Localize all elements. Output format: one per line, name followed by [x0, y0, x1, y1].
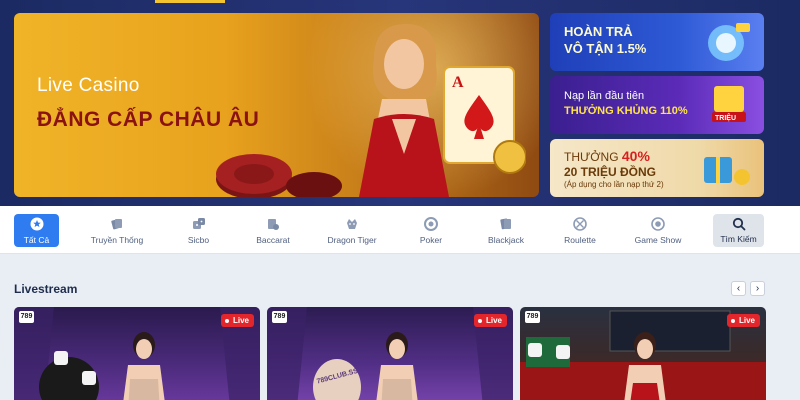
top-accent-line	[155, 0, 225, 3]
tab-poker[interactable]: Poker	[420, 214, 442, 247]
promo-second-prefix: THƯỞNG	[564, 150, 619, 164]
tab-traditional-label: Truyền Thống	[90, 235, 144, 245]
category-nav: Tất Cả Truyền Thống Sicbo Baccarat Drago…	[0, 206, 800, 254]
star-icon	[30, 217, 43, 231]
dice-icon	[192, 218, 205, 229]
promo-cashback-line1: HOÀN TRẢ	[564, 24, 633, 39]
promo-cashback-banner[interactable]: HOÀN TRẢ VÔ TẬN 1.5%	[550, 13, 764, 71]
dealer-image	[123, 332, 165, 400]
livestream-next-button[interactable]: ›	[750, 281, 765, 296]
baccarat-icon	[268, 219, 279, 230]
dice-icon	[528, 343, 542, 357]
search-label: Tìm Kiếm	[720, 234, 757, 244]
promo-second-percent: 40%	[621, 148, 650, 164]
deposit-art-text: TRIỆU	[715, 113, 736, 122]
brand-logo: 789	[272, 311, 287, 323]
cards-icon	[111, 219, 122, 230]
tab-traditional[interactable]: Truyền Thống	[90, 214, 144, 247]
promo-second-line1: THƯỞNG 40%	[564, 148, 650, 164]
search-icon	[732, 217, 745, 231]
dealer-image	[624, 332, 666, 400]
livestream-card[interactable]: 789CLUB.SS 789 Live	[267, 307, 513, 400]
livestream-card[interactable]: 789 Live	[14, 307, 260, 400]
promo-deposit-line2: THƯỞNG KHỦNG 110%	[564, 105, 688, 117]
casino-chips-image	[216, 154, 342, 197]
tab-all-label: Tất Cả	[23, 235, 50, 245]
promo-second-deposit-banner[interactable]: THƯỞNG 40% 20 TRIỆU ĐỒNG (Áp dụng cho lầ…	[550, 139, 764, 197]
gift-box-art-icon	[704, 157, 750, 185]
promo-first-deposit-banner[interactable]: Nạp lần đầu tiên THƯỞNG KHỦNG 110% TRIỆU	[550, 76, 764, 134]
tab-sicbo[interactable]: Sicbo	[186, 214, 211, 247]
dealer-image	[376, 332, 418, 400]
live-badge: Live	[473, 314, 507, 327]
tab-poker-label: Poker	[419, 235, 443, 245]
live-badge: Live	[220, 314, 254, 327]
tab-baccarat-label: Baccarat	[256, 235, 290, 245]
tab-blackjack-label: Blackjack	[488, 235, 524, 245]
dice-icon	[54, 351, 68, 365]
blackjack-icon	[500, 218, 511, 230]
tab-sicbo-label: Sicbo	[187, 235, 210, 245]
tab-dragon-tiger[interactable]: Dragon Tiger	[327, 214, 377, 247]
tab-baccarat[interactable]: Baccarat	[256, 214, 290, 247]
promo-cashback-line2: VÔ TẬN 1.5%	[564, 41, 647, 56]
tab-game-show[interactable]: Game Show	[634, 214, 682, 247]
roulette-icon	[573, 217, 587, 231]
livestream-card[interactable]: 789 Live	[520, 307, 766, 400]
promo-deposit-line1: Nạp lần đầu tiên	[564, 90, 645, 102]
hero-subtitle: Live Casino	[37, 75, 140, 96]
brand-logo: 789	[19, 311, 34, 323]
brand-logo: 789	[525, 311, 540, 323]
tab-game-show-label: Game Show	[634, 235, 682, 245]
dragon-icon	[347, 219, 357, 229]
hero-title: ĐẲNG CẤP CHÂU ÂU	[37, 108, 260, 131]
banner-area: Live Casino ĐẲNG CẤP CHÂU ÂU A HOÀN TRẢ …	[0, 0, 800, 206]
dice-icon	[556, 345, 570, 359]
card-letter: A	[452, 74, 464, 91]
search-button[interactable]: Tìm Kiếm	[713, 214, 764, 247]
gameshow-icon	[651, 217, 665, 231]
deposit-art-icon: TRIỆU	[712, 86, 746, 122]
hero-banner[interactable]: Live Casino ĐẲNG CẤP CHÂU ÂU A	[14, 13, 539, 197]
dice-icon	[82, 371, 96, 385]
livestream-title: Livestream	[14, 282, 78, 296]
tab-roulette-label: Roulette	[564, 235, 596, 245]
tab-blackjack[interactable]: Blackjack	[488, 214, 524, 247]
tab-roulette[interactable]: Roulette	[564, 214, 596, 247]
live-badge: Live	[726, 314, 760, 327]
promo-second-line3: (Áp dụng cho lần nạp thứ 2)	[564, 180, 664, 189]
ace-of-spades-image: A	[443, 66, 526, 174]
tab-all[interactable]: Tất Cả	[14, 214, 59, 247]
promo-second-line2: 20 TRIỆU ĐỒNG	[564, 165, 657, 179]
livestream-prev-button[interactable]: ‹	[731, 281, 746, 296]
cashback-art-icon	[708, 23, 750, 61]
poker-chip-icon	[424, 217, 438, 231]
tab-dragon-tiger-label: Dragon Tiger	[327, 235, 377, 245]
